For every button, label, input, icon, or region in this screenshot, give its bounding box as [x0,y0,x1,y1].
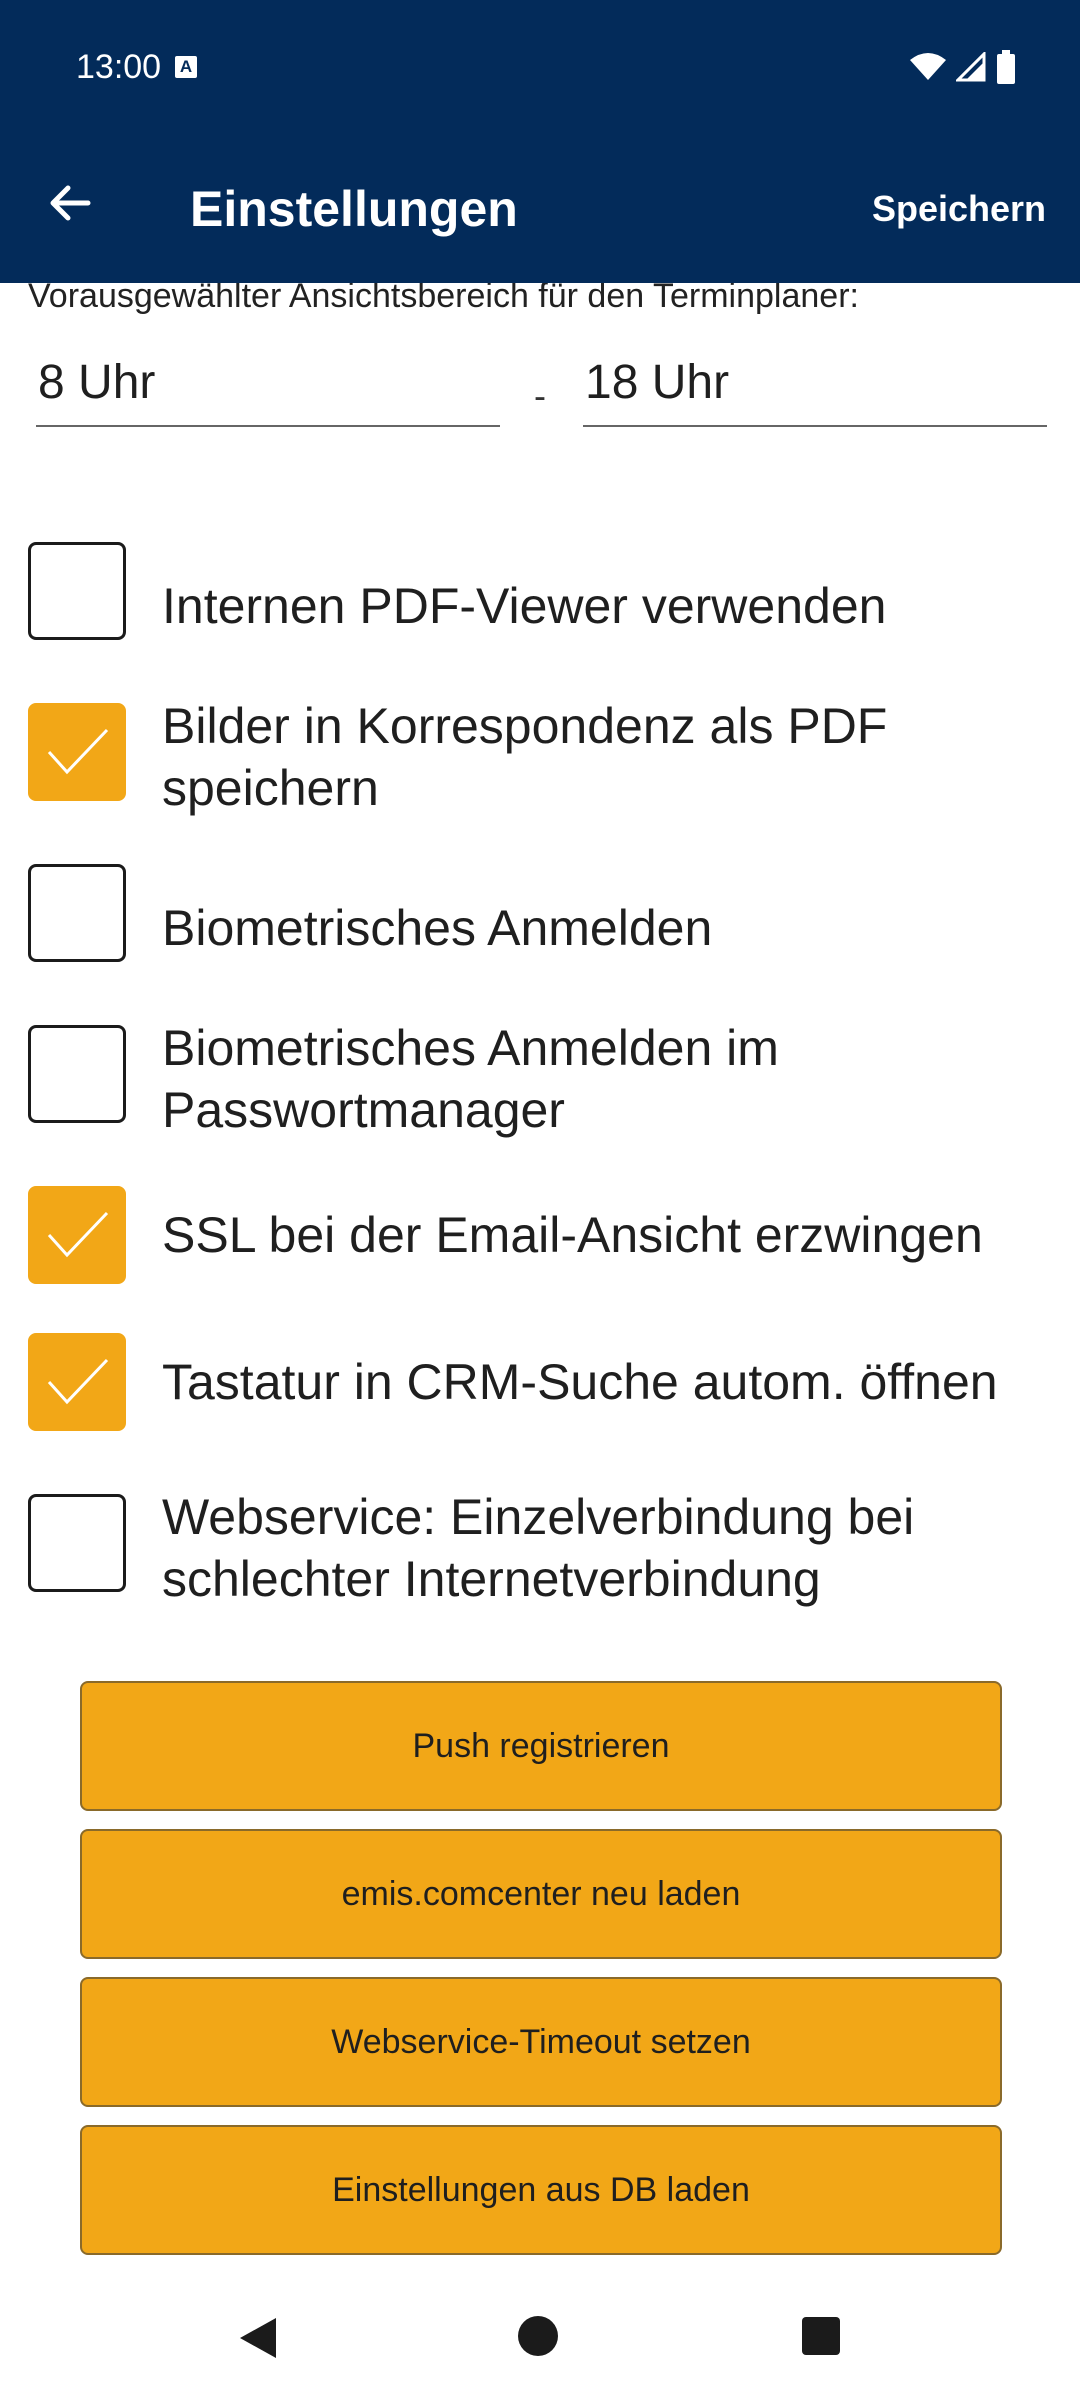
checkmark-icon [47,1211,109,1258]
option-label: Webservice: Einzelverbindung bei schlech… [162,1489,915,1607]
option-label: Internen PDF-Viewer verwenden [162,578,887,634]
load-settings-db-button[interactable]: Einstellungen aus DB laden [80,2125,1002,2255]
checkbox[interactable] [28,1333,126,1431]
checkmark-icon [47,1358,109,1405]
status-icons [910,50,1016,84]
time-separator: - [534,375,546,416]
checkmark-icon [47,728,109,775]
checkbox[interactable] [28,1494,126,1592]
push-register-button[interactable]: Push registrieren [80,1681,1002,1811]
start-time-field[interactable]: 8 Uhr [36,355,500,427]
checkbox[interactable] [28,703,126,801]
save-button[interactable]: Speichern [872,188,1046,230]
reload-comcenter-button[interactable]: emis.comcenter neu laden [80,1829,1002,1959]
checkbox[interactable] [28,1025,126,1123]
battery-icon [997,50,1015,84]
page-title: Einstellungen [190,181,518,237]
option-label: Tastatur in CRM-Suche autom. öffnen [162,1354,998,1410]
option-label: Bilder in Korrespondenz als PDF speicher… [162,698,888,816]
arrow-left-icon [50,185,91,221]
nav-home-icon[interactable] [518,2316,558,2356]
nav-recents-icon[interactable] [802,2317,840,2355]
settings-content[interactable]: Vorausgewählter Ansichtsbereich für den … [0,283,1080,2280]
end-time-field[interactable]: 18 Uhr [583,355,1047,427]
option-label: Biometrisches Anmelden im Passwortmanage… [162,1020,779,1138]
planner-hint: Vorausgewählter Ansichtsbereich für den … [28,283,859,315]
system-nav-bar [0,2280,1080,2400]
signal-icon [956,52,986,82]
back-button[interactable] [38,170,104,236]
set-webservice-timeout-button[interactable]: Webservice-Timeout setzen [80,1977,1002,2107]
option-label: Biometrisches Anmelden [162,900,713,956]
wifi-icon [910,53,946,80]
checkbox[interactable] [28,542,126,640]
notification-icon: A [175,56,197,78]
status-time: 13:00 [76,48,162,86]
checkbox[interactable] [28,1186,126,1284]
checkbox[interactable] [28,864,126,962]
nav-back-icon[interactable] [238,2316,278,2360]
option-label: SSL bei der Email-Ansicht erzwingen [162,1207,983,1263]
app-bar: 13:00 A Einstellungen Speichern [0,0,1080,283]
